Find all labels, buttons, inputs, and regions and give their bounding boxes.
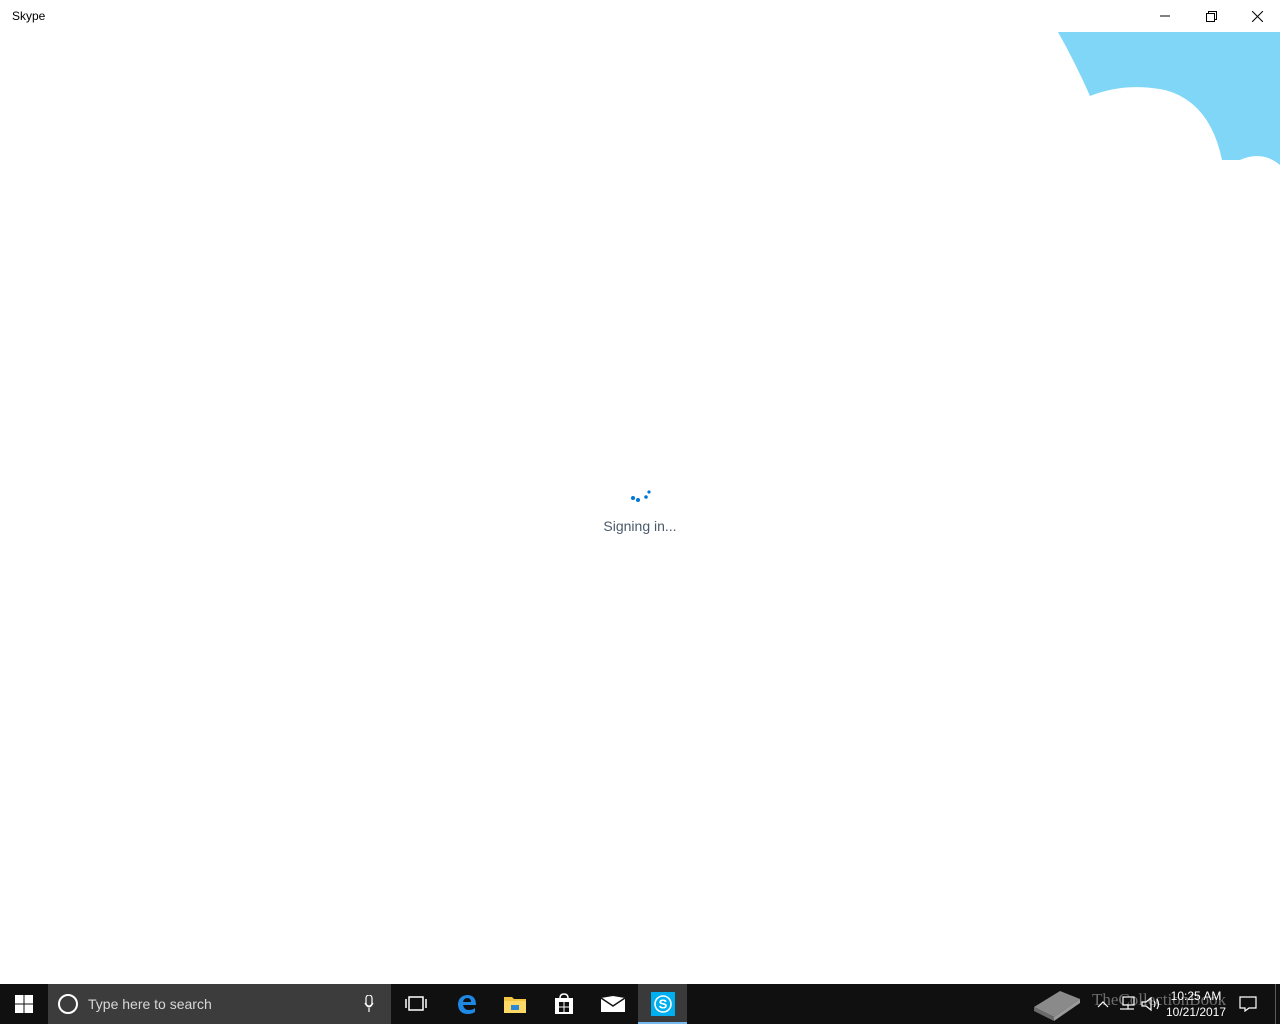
start-button[interactable] xyxy=(0,984,48,1024)
close-button[interactable] xyxy=(1234,0,1280,32)
mail-icon xyxy=(601,996,625,1012)
window-title: Skype xyxy=(12,9,46,23)
restore-button[interactable] xyxy=(1188,0,1234,32)
action-center-button[interactable] xyxy=(1236,984,1260,1024)
signing-in-status: Signing in... xyxy=(603,518,677,534)
file-explorer-taskbar-button[interactable] xyxy=(491,984,539,1024)
store-icon xyxy=(555,993,573,1014)
network-icon xyxy=(1120,996,1135,1010)
mail-taskbar-button[interactable] xyxy=(589,984,637,1024)
cloud-decoration xyxy=(1058,32,1280,165)
task-view-button[interactable] xyxy=(392,984,440,1024)
show-hidden-icons-button[interactable] xyxy=(1092,984,1114,1024)
close-icon xyxy=(1251,10,1263,22)
title-bar: Skype xyxy=(0,0,1280,32)
notification-icon xyxy=(1239,996,1257,1012)
chevron-up-icon xyxy=(1097,1001,1109,1008)
svg-text:S: S xyxy=(658,997,667,1012)
microphone-icon[interactable] xyxy=(364,995,374,1013)
minimize-icon xyxy=(1160,15,1170,17)
windows-logo-icon xyxy=(15,995,33,1013)
network-button[interactable] xyxy=(1116,984,1138,1024)
loading-spinner-icon xyxy=(631,490,651,502)
minimize-button[interactable] xyxy=(1142,0,1188,32)
restore-icon xyxy=(1205,10,1217,22)
search-box[interactable]: Type here to search xyxy=(48,984,391,1024)
volume-icon xyxy=(1141,996,1160,1012)
store-taskbar-button[interactable] xyxy=(540,984,588,1024)
show-desktop-button[interactable] xyxy=(1275,984,1276,1024)
clock[interactable]: 10:25 AM 10/21/2017 xyxy=(1160,988,1232,1020)
cortana-icon[interactable] xyxy=(58,994,78,1014)
edge-taskbar-button[interactable] xyxy=(443,984,491,1024)
skype-taskbar-button[interactable]: S xyxy=(638,984,687,1024)
edge-icon xyxy=(458,995,476,1014)
clock-date: 10/21/2017 xyxy=(1165,1005,1227,1019)
watermark-book-logo xyxy=(1028,984,1084,1024)
clock-time: 10:25 AM xyxy=(1170,989,1222,1003)
skype-icon: S xyxy=(650,992,675,1016)
taskbar: Type here to search S TheCollectionBook … xyxy=(0,984,1280,1024)
file-explorer-icon xyxy=(504,997,526,1013)
search-placeholder: Type here to search xyxy=(88,996,212,1012)
book-icon xyxy=(1034,991,1080,1021)
task-view-icon xyxy=(405,996,427,1011)
